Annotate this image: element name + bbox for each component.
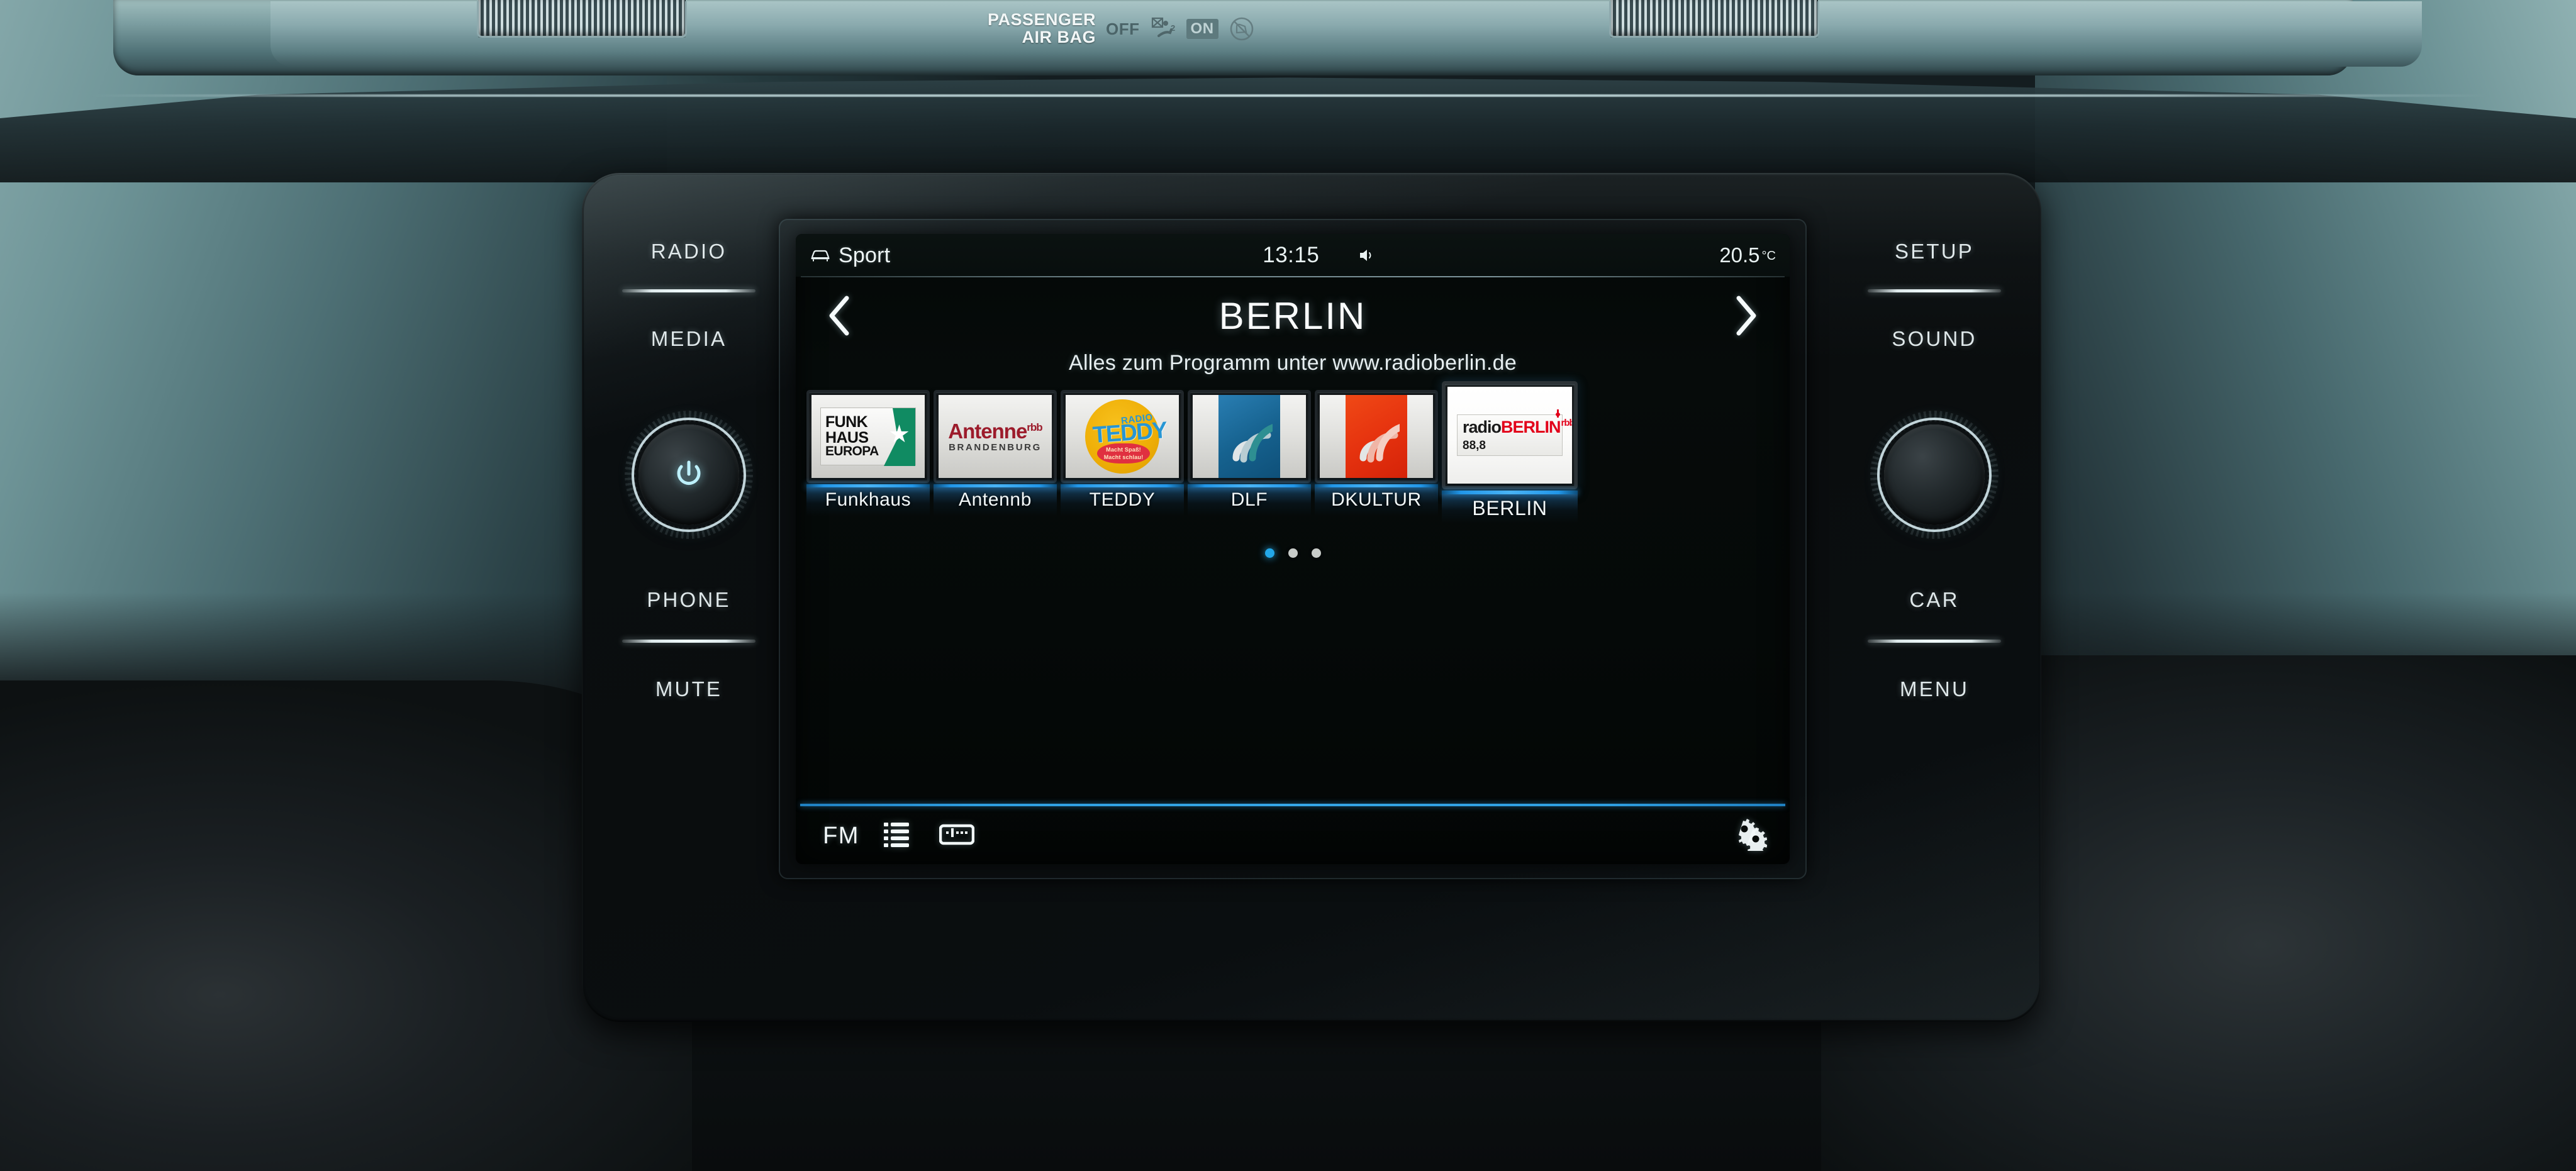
- funkhaus-logo-line3: EUROPA: [825, 444, 879, 459]
- status-clock: 13:15: [1263, 243, 1320, 267]
- passenger-airbag-indicator: PASSENGER AIR BAG OFF 2 ON: [988, 4, 1365, 54]
- head-unit-right-controls: SETUP SOUND CAR MENU: [1827, 192, 2041, 997]
- chevron-left-icon[interactable]: [816, 292, 864, 340]
- preset-label: TEDDY: [1089, 489, 1156, 510]
- list-icon: [884, 821, 909, 852]
- hw-divider-left-bottom: [622, 640, 756, 643]
- air-vent-right-frame: [1609, 1, 1819, 38]
- hw-button-radio[interactable]: RADIO: [582, 240, 796, 264]
- car-icon: [810, 248, 831, 263]
- preset-tile-berlin[interactable]: radioBERLINrbb 88,8 BERLIN: [1442, 381, 1578, 523]
- preset-tile-teddy[interactable]: RADIO TEDDY Macht Spaß! Macht schlau! TE…: [1061, 390, 1184, 516]
- chevron-right-icon[interactable]: [1722, 292, 1770, 340]
- tuner-band-icon: [939, 824, 975, 848]
- preset-label: Funkhaus: [825, 489, 912, 510]
- preset-tile-dkultur[interactable]: DKULTUR: [1315, 390, 1438, 516]
- antenne-logo-main: Antenne: [948, 419, 1027, 443]
- radio-teddy-logo: RADIO TEDDY Macht Spaß! Macht schlau!: [1085, 399, 1168, 474]
- preset-label: BERLIN: [1472, 497, 1547, 519]
- preset-label: DKULTUR: [1331, 489, 1422, 510]
- band-button[interactable]: FM: [815, 823, 867, 850]
- preset-artwork: [1188, 390, 1311, 483]
- radio-text: Alles zum Programm unter www.radioberlin…: [1068, 351, 1517, 375]
- station-nav-row: BERLIN: [796, 286, 1790, 346]
- hw-button-sound[interactable]: SOUND: [1827, 327, 2041, 351]
- berlin-logo-frequency: 88,8: [1463, 439, 1486, 452]
- manual-tune-button[interactable]: [925, 824, 988, 848]
- hw-button-mute[interactable]: MUTE: [582, 677, 796, 701]
- tuning-knob[interactable]: [1884, 425, 1985, 525]
- svg-text:2: 2: [1171, 23, 1176, 33]
- airbag-title: PASSENGER AIR BAG: [988, 11, 1096, 46]
- status-bar-divider: [801, 276, 1785, 277]
- airbag-off-icon: 2: [1150, 16, 1176, 42]
- power-volume-knob[interactable]: [638, 425, 739, 525]
- status-bar: Sport 13:15 20.5 °C: [796, 234, 1790, 277]
- status-temperature: 20.5 °C: [1719, 243, 1776, 267]
- preset-artwork: Antennerbb BRANDENBURG: [934, 390, 1057, 483]
- preset-artwork: [1315, 390, 1438, 483]
- gears-icon: [1731, 818, 1768, 856]
- pagination-dot-1[interactable]: [1264, 548, 1274, 558]
- pagination-dots[interactable]: [796, 548, 1790, 558]
- status-profile-label: Sport: [839, 243, 891, 267]
- berlin-logo-radio: radio: [1463, 418, 1502, 436]
- hw-button-car[interactable]: CAR: [1827, 588, 2041, 612]
- teddy-logo-slogan1: Macht Spaß!: [1106, 447, 1141, 453]
- hw-button-setup[interactable]: SETUP: [1827, 240, 2041, 264]
- power-icon: [674, 459, 703, 491]
- preset-tile-funkhaus[interactable]: FUNK HAUS EUROPA Funkhaus: [806, 390, 930, 516]
- bottom-bar-divider: [800, 804, 1785, 806]
- funkhaus-europa-logo: FUNK HAUS EUROPA: [820, 408, 916, 466]
- hw-divider-right-top: [1868, 289, 2001, 292]
- hw-button-media[interactable]: MEDIA: [582, 327, 796, 351]
- preset-artwork: FUNK HAUS EUROPA: [806, 390, 930, 483]
- page-title: BERLIN: [1218, 294, 1367, 337]
- settings-button[interactable]: [1727, 818, 1771, 856]
- hw-button-phone[interactable]: PHONE: [582, 588, 796, 612]
- hw-divider-right-bottom: [1868, 640, 2001, 643]
- preset-artwork: RADIO TEDDY Macht Spaß! Macht schlau!: [1061, 390, 1184, 483]
- teddy-logo-slogan: Macht Spaß! Macht schlau!: [1097, 443, 1150, 463]
- pagination-dot-3[interactable]: [1311, 548, 1321, 558]
- antenne-logo-sub: BRANDENBURG: [949, 442, 1042, 453]
- airbag-title-line2: AIR BAG: [1022, 28, 1096, 47]
- deutschlandfunk-wave-logo: [1218, 395, 1280, 478]
- airbag-no-childseat-icon: [1229, 16, 1255, 42]
- status-profile[interactable]: Sport: [810, 243, 890, 268]
- preset-label: Antennb: [959, 489, 1032, 510]
- infotainment-screen[interactable]: Sport 13:15 20.5 °C BERLIN Alles zum Pro…: [796, 234, 1790, 864]
- status-temperature-value: 20.5: [1719, 243, 1760, 267]
- speaker-mute-icon[interactable]: [1358, 247, 1375, 264]
- tv-tower-icon: [1556, 409, 1560, 418]
- berlin-logo-berlin: BERLIN: [1501, 418, 1561, 436]
- airbag-title-line1: PASSENGER: [988, 10, 1096, 30]
- status-temperature-unit: °C: [1761, 249, 1776, 263]
- preset-tile-dlf[interactable]: DLF: [1188, 390, 1311, 516]
- antenne-logo-sup: rbb: [1027, 421, 1042, 433]
- station-list-button[interactable]: [867, 821, 925, 852]
- radio-berlin-rbb-logo: radioBERLINrbb 88,8: [1457, 409, 1572, 456]
- hw-button-menu[interactable]: MENU: [1827, 677, 2041, 701]
- antenne-brandenburg-logo: Antennerbb BRANDENBURG: [948, 421, 1042, 452]
- deutschlandfunk-kultur-wave-logo: [1346, 395, 1407, 478]
- funkhaus-logo-line2: HAUS: [825, 428, 869, 447]
- pagination-dot-2[interactable]: [1288, 548, 1298, 558]
- preset-label: DLF: [1230, 489, 1268, 510]
- teddy-logo-slogan2: Macht schlau!: [1103, 454, 1144, 460]
- bottom-toolbar: FM: [796, 807, 1790, 864]
- screenshot-root: PASSENGER AIR BAG OFF 2 ON RADIO MEDIA P…: [0, 0, 2576, 1171]
- dashboard-trim-hairline: [88, 94, 2491, 97]
- berlin-logo-rbb: rbb: [1561, 418, 1572, 428]
- airbag-off-label: OFF: [1106, 19, 1140, 38]
- preset-tile-row: FUNK HAUS EUROPA Funkhaus Antennerbb BRA…: [802, 381, 1783, 523]
- funkhaus-logo-line1: FUNK: [825, 413, 868, 431]
- air-vent-left-frame: [477, 1, 687, 38]
- preset-tile-antennb[interactable]: Antennerbb BRANDENBURG Antennb: [934, 390, 1057, 516]
- airbag-on-label: ON: [1186, 19, 1218, 39]
- preset-artwork: radioBERLINrbb 88,8: [1442, 381, 1578, 489]
- hw-divider-left-top: [622, 289, 756, 292]
- head-unit-left-controls: RADIO MEDIA PHONE MUTE: [582, 192, 796, 997]
